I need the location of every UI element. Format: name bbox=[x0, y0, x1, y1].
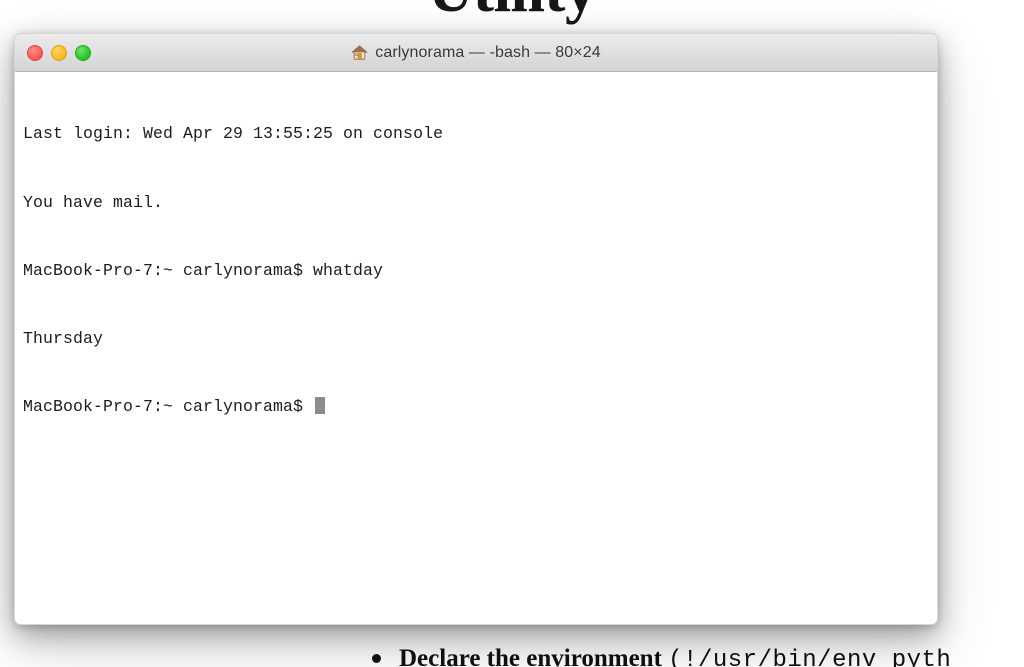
window-titlebar[interactable]: carlynorama — -bash — 80×24 bbox=[15, 34, 937, 72]
window-title-text: carlynorama — -bash — 80×24 bbox=[375, 43, 601, 61]
background-bullet-code-text: (!/usr/bin/env pyth bbox=[668, 647, 952, 667]
terminal-line: Last login: Wed Apr 29 13:55:25 on conso… bbox=[23, 124, 444, 144]
background-page-heading: Utility bbox=[0, 0, 1024, 27]
terminal-prompt-line: MacBook-Pro-7:~ carlynorama$ bbox=[23, 396, 929, 419]
close-button[interactable] bbox=[27, 44, 43, 61]
terminal-body[interactable]: Last login: Wed Apr 29 13:55:25 on conso… bbox=[15, 72, 937, 624]
terminal-window[interactable]: carlynorama — -bash — 80×24 Last login: … bbox=[14, 33, 938, 625]
window-title-group: carlynorama — -bash — 80×24 bbox=[15, 34, 937, 71]
terminal-cursor bbox=[315, 396, 326, 414]
bullet-dot-icon bbox=[372, 653, 381, 663]
home-icon bbox=[351, 45, 368, 60]
zoom-button[interactable] bbox=[75, 44, 91, 61]
terminal-line: You have mail. bbox=[23, 192, 164, 212]
terminal-line: Thursday bbox=[23, 328, 104, 348]
background-bullet-item: Declare the environment (!/usr/bin/env p… bbox=[372, 645, 951, 667]
terminal-line: MacBook-Pro-7:~ carlynorama$ whatday bbox=[23, 260, 384, 280]
minimize-button[interactable] bbox=[51, 44, 67, 61]
background-bullet-bold-text: Declare the environment bbox=[399, 645, 662, 667]
terminal-output: Last login: Wed Apr 29 13:55:25 on conso… bbox=[23, 78, 929, 464]
window-controls bbox=[27, 34, 91, 71]
terminal-prompt: MacBook-Pro-7:~ carlynorama$ bbox=[23, 396, 314, 416]
